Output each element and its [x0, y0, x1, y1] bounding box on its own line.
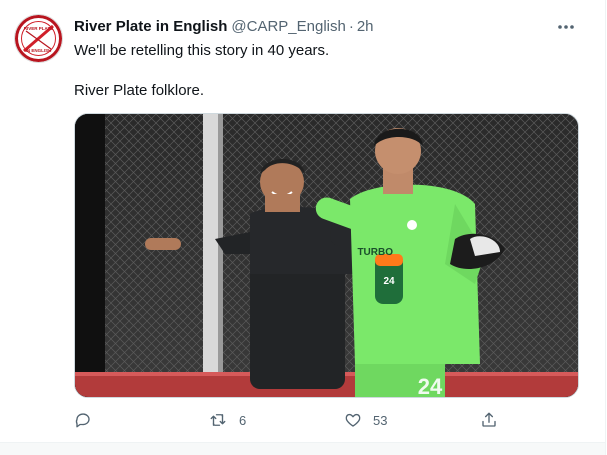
- share-button[interactable]: [480, 408, 498, 432]
- more-icon: [558, 25, 574, 29]
- like-icon: [345, 413, 361, 427]
- tweet-header: River Plate in English @CARP_English · 2…: [74, 16, 374, 36]
- share-icon: [482, 412, 496, 427]
- reply-button[interactable]: [74, 408, 103, 432]
- more-options-button[interactable]: [553, 14, 579, 40]
- separator-dot: ·: [348, 17, 354, 35]
- like-button[interactable]: 53: [344, 408, 387, 432]
- retweet-count: 6: [239, 412, 247, 428]
- like-count: 53: [373, 412, 388, 428]
- tweet-text-line: River Plate folklore.: [74, 82, 205, 99]
- user-handle[interactable]: @CARP_English: [231, 18, 345, 35]
- tweet-divider: [0, 442, 605, 455]
- retweet-icon: [210, 414, 226, 426]
- tweet[interactable]: RIVER PLATE IN ENGLISH River Plate in En…: [0, 0, 606, 455]
- bottle-text: TURBO: [357, 247, 393, 258]
- logo-text-bottom: IN ENGLISH: [26, 48, 52, 53]
- display-name[interactable]: River Plate in English: [74, 18, 227, 35]
- tweet-actions: 6 53: [74, 408, 504, 432]
- reply-icon: [75, 413, 90, 428]
- retweet-button[interactable]: 6: [208, 408, 246, 432]
- avatar[interactable]: RIVER PLATE IN ENGLISH: [15, 15, 62, 62]
- photo-scene: 24 TURBO 24: [75, 114, 578, 398]
- jersey-number: 24: [418, 374, 443, 398]
- timestamp[interactable]: 2h: [357, 18, 374, 35]
- river-plate-logo: RIVER PLATE IN ENGLISH: [15, 15, 62, 62]
- tweet-photo[interactable]: 24 TURBO 24: [74, 113, 579, 398]
- tweet-text-line: We'll be retelling this story in 40 year…: [74, 42, 330, 59]
- logo-text-top: RIVER PLATE: [24, 26, 53, 31]
- bottle-number: 24: [383, 276, 395, 287]
